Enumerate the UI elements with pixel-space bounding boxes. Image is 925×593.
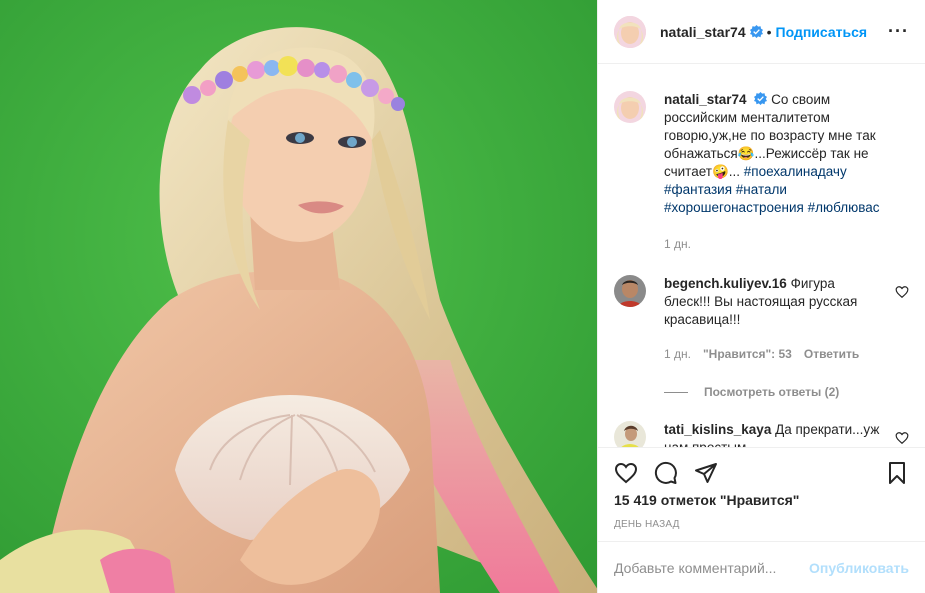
author-username[interactable]: natali_star74: [660, 24, 746, 40]
hashtag[interactable]: #хорошегонастроения: [664, 200, 804, 215]
comment-username[interactable]: tati_kislins_kaya: [664, 422, 771, 437]
avatar-image: [614, 421, 646, 447]
action-icons: [614, 448, 909, 498]
comment-meta: 1 дн. "Нравится": 53 Ответить: [664, 345, 882, 363]
hashtag[interactable]: #фантазия: [664, 182, 732, 197]
share-icon[interactable]: [694, 461, 718, 485]
comment-body: begench.kuliyev.16 Фигура блеск!!! Вы на…: [664, 275, 882, 363]
caption-avatar[interactable]: [614, 91, 646, 123]
post-photo[interactable]: [0, 0, 597, 593]
commenter-avatar[interactable]: [614, 421, 646, 447]
like-heart-icon[interactable]: [614, 461, 638, 485]
comment-body: tati_kislins_kaya Да прекрати...уж нам п…: [664, 421, 882, 447]
avatar-image: [614, 91, 646, 123]
comment-item: begench.kuliyev.16 Фигура блеск!!! Вы на…: [614, 275, 909, 363]
likes-count[interactable]: 15 419 отметок "Нравится": [614, 492, 909, 508]
caption-username[interactable]: natali_star74: [664, 92, 747, 107]
post-photo-illustration: [0, 0, 597, 593]
hashtag[interactable]: #поехалинадачу: [744, 164, 847, 179]
hashtag[interactable]: #натали: [736, 182, 787, 197]
author-avatar[interactable]: [614, 15, 646, 48]
post-actions: 15 419 отметок "Нравится" день назад: [598, 447, 925, 530]
comment-likes[interactable]: "Нравится": 53: [703, 345, 792, 363]
comment-like-heart-icon[interactable]: [895, 431, 909, 445]
avatar-image: [614, 275, 646, 307]
caption-time[interactable]: 1 дн.: [664, 235, 691, 253]
caption-meta: 1 дн.: [664, 235, 882, 253]
comment-like-heart-icon[interactable]: [895, 285, 909, 299]
avatar-image: [614, 15, 646, 48]
bookmark-icon[interactable]: [885, 461, 909, 485]
caption-body: natali_star74 Со своим российским ментал…: [664, 91, 882, 253]
hashtag[interactable]: #люблювас: [808, 200, 880, 215]
reply-button[interactable]: Ответить: [804, 345, 859, 363]
view-replies-label: Посмотреть ответы (2): [704, 385, 840, 399]
comment-icon[interactable]: [654, 461, 678, 485]
commenter-avatar[interactable]: [614, 275, 646, 307]
view-replies-button[interactable]: Посмотреть ответы (2): [664, 385, 909, 399]
comment-username[interactable]: begench.kuliyev.16: [664, 276, 787, 291]
post-header: natali_star74 • Подписаться ···: [598, 0, 925, 64]
header-dot: •: [766, 23, 772, 40]
post-panel: natali_star74 • Подписаться ··· natali_s…: [597, 0, 925, 593]
add-comment-bar: Опубликовать: [598, 541, 925, 593]
comment-time[interactable]: 1 дн.: [664, 345, 691, 363]
post-date[interactable]: день назад: [614, 519, 909, 530]
more-options-icon[interactable]: ···: [888, 21, 909, 42]
comment-item: tati_kislins_kaya Да прекрати...уж нам п…: [614, 421, 909, 447]
follow-button[interactable]: Подписаться: [776, 24, 868, 40]
comments-list[interactable]: natali_star74 Со своим российским ментал…: [598, 65, 925, 447]
verified-badge-icon: [754, 92, 768, 105]
comment-input[interactable]: [614, 559, 810, 576]
verified-badge-icon: [749, 25, 763, 38]
caption: natali_star74 Со своим российским ментал…: [614, 91, 909, 253]
replies-divider: [664, 391, 688, 393]
publish-button[interactable]: Опубликовать: [809, 560, 909, 576]
